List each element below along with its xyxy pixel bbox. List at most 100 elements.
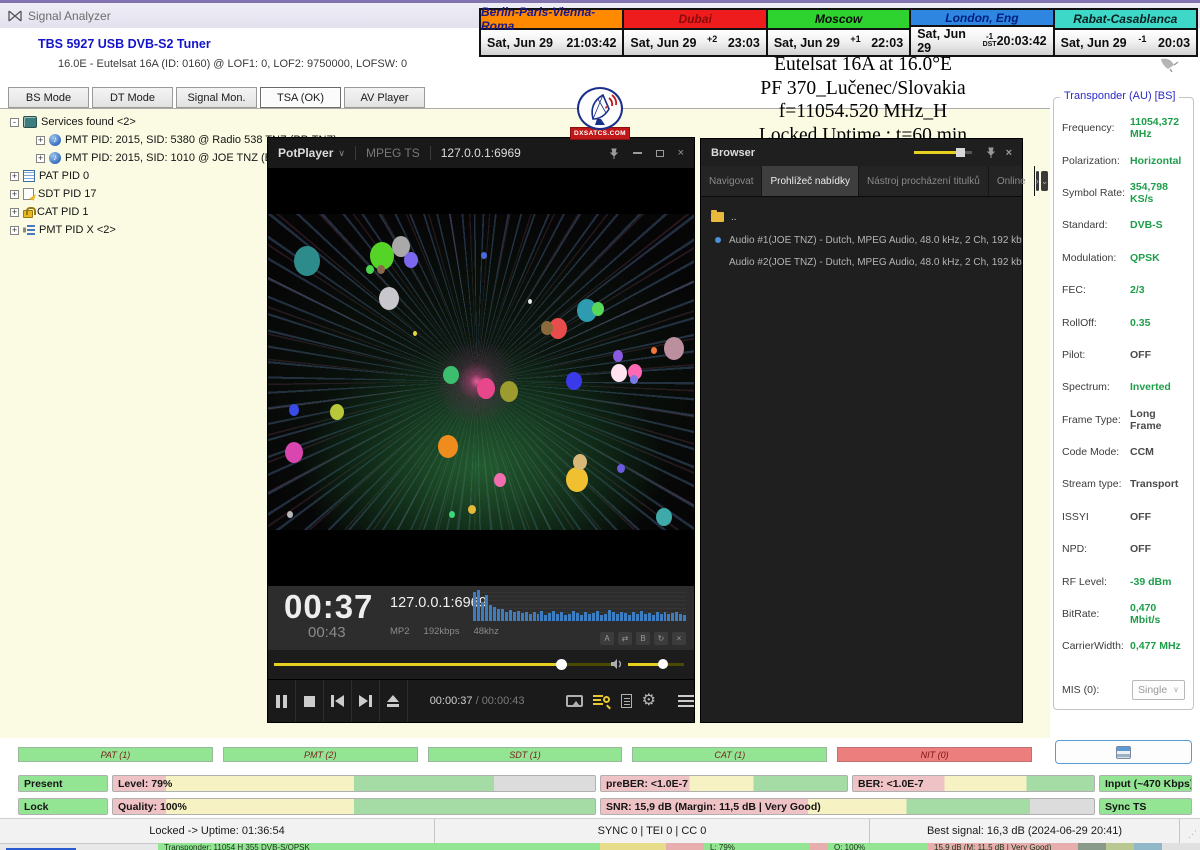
tab-tsa-ok-[interactable]: TSA (OK)	[260, 87, 341, 108]
clock-time: Sat, Jun 29-120:03	[1055, 30, 1196, 55]
maximize-icon[interactable]	[656, 150, 664, 157]
potplayer-titlebar[interactable]: PotPlayer ∨ MPEG TS 127.0.0.1:6969 ×	[268, 138, 694, 168]
clock-city-label: Moscow	[768, 10, 909, 30]
pin-icon[interactable]	[986, 147, 996, 158]
tab-signal-mon-[interactable]: Signal Mon.	[176, 87, 257, 108]
audio-icon: ♪	[49, 152, 61, 164]
transponder-row: Standard:DVB-S	[1062, 209, 1185, 241]
stop-button[interactable]	[296, 680, 324, 722]
resize-grip[interactable]: ⋰	[1180, 819, 1200, 843]
mis-dropdown[interactable]: Single ∨	[1132, 680, 1185, 700]
status-lock-uptime: Locked -> Uptime: 01:36:54	[0, 819, 435, 843]
pause-button[interactable]	[268, 680, 296, 722]
stream-url: 127.0.0.1:6969	[441, 146, 521, 160]
browser-tab[interactable]: Navigovat	[701, 166, 762, 196]
mini-button[interactable]: B	[636, 632, 650, 645]
mini-button[interactable]: ⇄	[618, 632, 632, 645]
browser-title: Browser	[711, 147, 755, 159]
menu-icon[interactable]	[678, 695, 694, 707]
transponder-row: Code Mode:CCM	[1062, 436, 1185, 468]
seek-row	[268, 650, 694, 679]
status-sync-counters: SYNC 0 | TEI 0 | CC 0	[435, 819, 870, 843]
browser-list: Audio #1(JOE TNZ) - Dutch, MPEG Audio, 4…	[701, 229, 1022, 273]
browser-titlebar[interactable]: Browser ×	[701, 139, 1022, 166]
tree-expander[interactable]: +	[36, 154, 45, 163]
tree-expander[interactable]: +	[10, 172, 19, 181]
overlay-annotation: Eutelsat 16A at 16.0°E PF 370_Lučenec/Sl…	[628, 53, 1098, 147]
transponder-row: Polarization:Horizontal	[1062, 144, 1185, 176]
speaker-icon[interactable]	[610, 658, 623, 670]
browser-tab-scroll-button[interactable]: ⌄	[1041, 171, 1049, 191]
time-elapsed: 00:00:37	[430, 695, 473, 707]
log-icon[interactable]	[621, 694, 632, 708]
clock-time: Sat, Jun 29+122:03	[768, 30, 909, 55]
previous-button[interactable]	[324, 680, 352, 722]
audio-track-item[interactable]: Audio #1(JOE TNZ) - Dutch, MPEG Audio, 4…	[701, 229, 1022, 251]
transponder-panel: Frequency:11054,372 MHzPolarization:Hori…	[1053, 97, 1194, 710]
tree-expander[interactable]: +	[36, 136, 45, 145]
overlay-line-2: PF 370_Lučenec/Slovakia	[628, 77, 1098, 101]
tab-bs-mode[interactable]: BS Mode	[8, 87, 89, 108]
browser-tab[interactable]: Nástroj procházení titulků	[859, 166, 989, 196]
total-time-small: 00:43	[308, 624, 346, 641]
tab-av-player[interactable]: AV Player	[344, 87, 425, 108]
clock-city-label: London, Eng	[911, 10, 1052, 27]
seek-thumb[interactable]	[556, 659, 567, 670]
tab-dt-mode[interactable]: DT Mode	[92, 87, 173, 108]
doc-icon	[23, 188, 34, 200]
gear-icon[interactable]: ⚙	[642, 694, 656, 708]
sync-ts-indicator: Sync TS	[1099, 798, 1192, 815]
level-bar: Level: 79%	[112, 775, 596, 792]
tree-item-label: PMT PID X <2>	[39, 224, 116, 236]
tree-expander[interactable]: +	[10, 190, 19, 199]
eject-button[interactable]	[380, 680, 408, 722]
strip-level: L: 79%	[704, 843, 810, 850]
divider	[430, 146, 431, 160]
transponder-list-button[interactable]	[1055, 740, 1192, 764]
browser-tab-scroll-button[interactable]: ›	[1036, 171, 1039, 191]
app-icon	[8, 10, 22, 22]
folder-up-item[interactable]: ..	[701, 205, 1022, 229]
mis-label: MIS (0):	[1062, 684, 1130, 696]
mini-button[interactable]: A	[600, 632, 614, 645]
browser-tab[interactable]: Online	[989, 166, 1035, 196]
transponder-row: NPD:OFF	[1062, 533, 1185, 565]
folder-icon	[711, 212, 724, 222]
tree-expander[interactable]: -	[10, 118, 19, 127]
audio-track-item[interactable]: Audio #2(JOE TNZ) - Dutch, MPEG Audio, 4…	[701, 251, 1022, 273]
volume-slider[interactable]	[628, 663, 684, 666]
next-button[interactable]	[352, 680, 380, 722]
potplayer-menu[interactable]: PotPlayer	[278, 146, 333, 160]
volume-thumb[interactable]	[658, 659, 668, 669]
minimize-icon[interactable]	[633, 152, 642, 154]
close-icon[interactable]: ×	[678, 148, 684, 158]
world-clocks-table: Berlin-Paris-Vienna-RomaSat, Jun 2921:03…	[479, 8, 1198, 57]
pin-icon[interactable]	[609, 148, 619, 159]
mini-button[interactable]: ↻	[654, 632, 668, 645]
present-indicator: Present	[18, 775, 108, 792]
transponder-row: ISSYIOFF	[1062, 501, 1185, 533]
close-icon[interactable]: ×	[1006, 147, 1012, 159]
tree-expander[interactable]: +	[10, 208, 19, 217]
overlay-line-3: f=11054.520 MHz_H	[628, 100, 1098, 124]
clock-time: Sat, Jun 29-1DST20:03:42	[911, 27, 1052, 55]
transponder-row: Modulation:QPSK	[1062, 242, 1185, 274]
browser-slider[interactable]	[914, 151, 972, 154]
cast-icon[interactable]	[566, 695, 583, 707]
video-area[interactable]	[268, 168, 694, 586]
tree-expander[interactable]: +	[10, 226, 19, 235]
transponder-row: Stream type:Transport	[1062, 468, 1185, 500]
input-indicator: Input (~470 Kbps)	[1099, 775, 1192, 792]
grid-icon	[23, 170, 35, 182]
dxsatcs-dish-icon	[577, 87, 623, 130]
playlist-search-icon[interactable]	[593, 694, 611, 708]
browser-tab[interactable]: Prohlížeč nabídky	[762, 166, 859, 196]
seek-bar[interactable]	[274, 663, 612, 666]
playing-dot-icon	[715, 237, 721, 243]
lock-icon	[23, 210, 33, 218]
strip-snr: 15,9 dB (M: 11,5 dB | Very Good)	[928, 843, 1078, 850]
status-bar: Locked -> Uptime: 01:36:54 SYNC 0 | TEI …	[0, 818, 1200, 843]
tree-item[interactable]: -Services found <2>	[10, 113, 337, 131]
mini-button[interactable]: ×	[672, 632, 686, 645]
clock-city-label: Berlin-Paris-Vienna-Roma	[481, 10, 622, 30]
